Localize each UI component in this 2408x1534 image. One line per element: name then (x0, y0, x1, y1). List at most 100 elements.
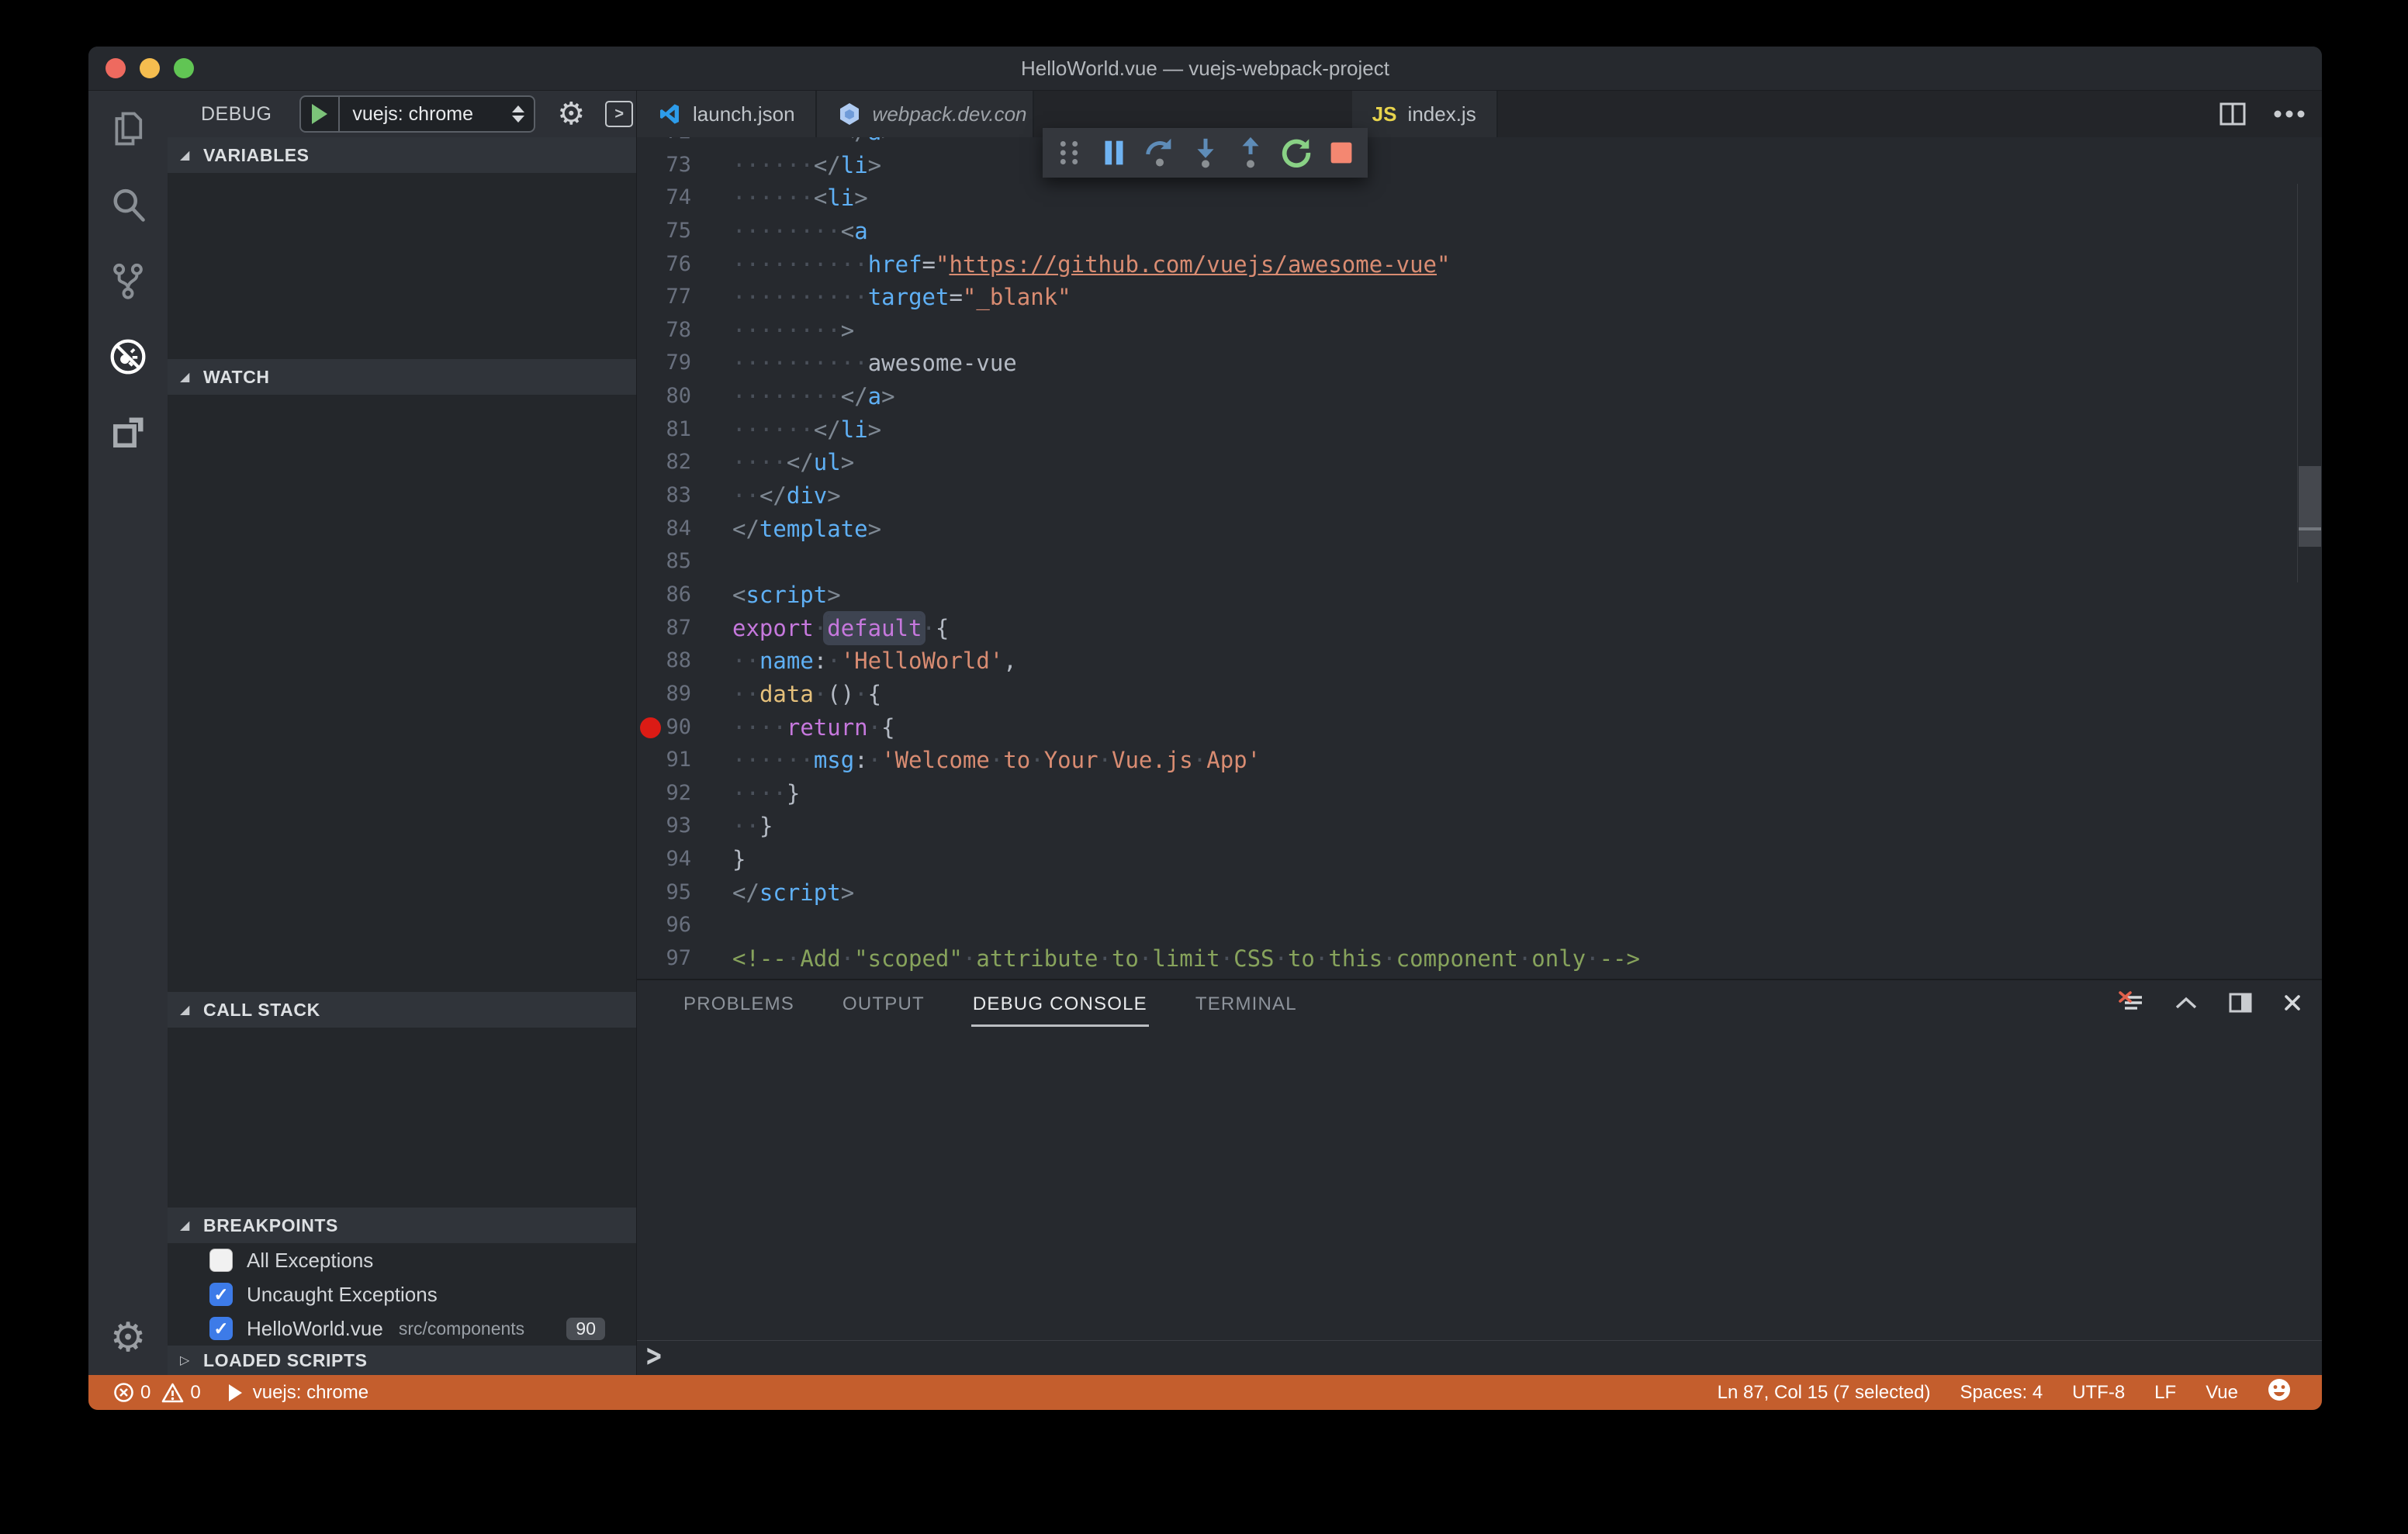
debug-console-input[interactable]: > (637, 1337, 2322, 1375)
step-over-button[interactable] (1140, 133, 1179, 172)
debug-play-icon[interactable] (228, 1384, 242, 1401)
close-panel-icon[interactable] (2283, 993, 2302, 1012)
code-line[interactable]: 94} (637, 843, 2297, 876)
drag-grip-handle[interactable] (1050, 133, 1088, 172)
more-actions-icon[interactable] (2274, 110, 2305, 118)
editor-tab-index-js[interactable]: JS index.js (1351, 91, 1498, 137)
code-line[interactable]: 89 ··data·()·{ (637, 678, 2297, 711)
code-line[interactable]: 79 ··········awesome-vue (637, 347, 2297, 380)
code-line[interactable]: 91 ······msg:·'Welcome·to·Your·Vue.js·App… (637, 744, 2297, 777)
split-panel-icon[interactable] (2229, 993, 2252, 1013)
status-item[interactable]: LF (2154, 1382, 2176, 1404)
explorer-icon[interactable] (88, 91, 168, 167)
split-editor-icon[interactable] (2219, 102, 2246, 126)
code-line[interactable]: 81 ······</li> (637, 413, 2297, 447)
line-content: <script> (732, 581, 841, 608)
debug-icon[interactable] (88, 319, 168, 395)
line-number: 77 (666, 285, 691, 309)
code-line[interactable]: 86 <script> (637, 579, 2297, 612)
breakpoint-checkbox[interactable]: ✓ (209, 1317, 233, 1340)
section-header-watch[interactable]: ◢ WATCH (168, 359, 636, 395)
zoom-window-button[interactable] (174, 58, 194, 78)
code-editor[interactable]: 72········</a>73······</li>74······<li>7… (637, 137, 2322, 979)
code-line[interactable]: 72 ········</a> (637, 137, 2297, 149)
line-number: 90 (666, 714, 691, 739)
code-line[interactable]: 83 ··</div> (637, 479, 2297, 513)
editor-tab-launch-json[interactable]: launch.json (637, 91, 817, 137)
code-line[interactable]: 76 ··········href="https://github.com/vue… (637, 248, 2297, 282)
line-number: 89 (666, 681, 691, 706)
debug-target-label[interactable]: vuejs: chrome (253, 1382, 368, 1404)
twistie-icon: ◢ (180, 1219, 190, 1232)
status-item[interactable]: Vue (2206, 1382, 2238, 1404)
search-icon[interactable] (88, 167, 168, 243)
start-debug-icon[interactable] (312, 104, 328, 124)
debug-config-selector[interactable]: vuejs: chrome (299, 95, 536, 133)
status-bar: 0 0 vuejs: chrome Ln 87, Col 15 (7 selec… (88, 1375, 2322, 1410)
code-line[interactable]: 95 </script> (637, 876, 2297, 910)
code-line[interactable]: 96 (637, 909, 2297, 942)
code-line[interactable]: 74 ······<li> (637, 181, 2297, 215)
status-item[interactable]: UTF-8 (2072, 1382, 2125, 1404)
code-line[interactable]: 82 ····</ul> (637, 446, 2297, 479)
panel-tab-output[interactable]: OUTPUT (841, 981, 926, 1027)
editor-tab-webpack-dev-con[interactable]: webpack.dev.con (816, 91, 1034, 137)
pause-button[interactable] (1095, 133, 1133, 172)
tab-label: webpack.dev.con (872, 102, 1027, 126)
minimize-window-button[interactable] (140, 58, 160, 78)
smiley-feedback-icon[interactable] (2268, 1378, 2291, 1407)
warnings-status[interactable]: 0 (161, 1382, 201, 1404)
line-number: 97 (666, 946, 691, 971)
code-line[interactable]: 87 export·default·{ (637, 612, 2297, 645)
code-line[interactable]: 92 ····} (637, 777, 2297, 810)
line-number: 93 (666, 814, 691, 838)
breakpoint-path: src/components (398, 1318, 525, 1339)
config-spinner-icon[interactable] (512, 105, 525, 123)
problems-status[interactable]: 0 (113, 1382, 150, 1404)
status-item[interactable]: Spaces: 4 (1960, 1382, 2043, 1404)
editor-scrollbar[interactable] (2297, 184, 2322, 582)
section-header-variables[interactable]: ◢ VARIABLES (168, 137, 636, 173)
settings-gear-icon[interactable]: ⚙ (88, 1318, 168, 1358)
code-line[interactable]: 84 </template> (637, 513, 2297, 546)
code-line[interactable]: 90 ····return·{ (637, 711, 2297, 745)
source-control-icon[interactable] (88, 243, 168, 319)
code-line[interactable]: 77 ··········target="_blank" (637, 281, 2297, 314)
collapse-panel-icon[interactable] (2174, 996, 2198, 1010)
breakpoint-checkbox[interactable]: ✓ (209, 1283, 233, 1306)
code-line[interactable]: 97 <!--·Add·"scoped"·attribute·to·limit·C… (637, 942, 2297, 976)
code-line[interactable]: 78 ········> (637, 314, 2297, 347)
code-line[interactable]: 75 ········<a (637, 215, 2297, 248)
line-number: 91 (666, 748, 691, 772)
line-number: 88 (666, 648, 691, 673)
scrollbar-thumb[interactable] (2299, 466, 2321, 547)
panel-tab-terminal[interactable]: TERMINAL (1194, 981, 1299, 1027)
step-into-button[interactable] (1186, 133, 1225, 172)
code-line[interactable]: 85 (637, 545, 2297, 579)
breakpoint-row[interactable]: ✓ Uncaught Exceptions (168, 1277, 636, 1311)
restart-button[interactable] (1277, 133, 1316, 172)
breakpoint-checkbox[interactable] (209, 1249, 233, 1272)
line-content: ······</li> (732, 151, 882, 178)
stop-button[interactable] (1322, 133, 1361, 172)
panel-tab-problems[interactable]: PROBLEMS (682, 981, 796, 1027)
breakpoint-row[interactable]: All Exceptions (168, 1243, 636, 1277)
breakpoint-row[interactable]: ✓ HelloWorld.vue src/components 90 (168, 1311, 636, 1346)
step-out-button[interactable] (1231, 133, 1270, 172)
code-line[interactable]: 80 ········</a> (637, 380, 2297, 413)
section-header-loaded-scripts[interactable]: ▷ LOADED SCRIPTS (168, 1346, 636, 1375)
configure-gear-icon[interactable]: ⚙ (557, 98, 585, 130)
line-number: 76 (666, 251, 691, 276)
status-item[interactable]: Ln 87, Col 15 (7 selected) (1718, 1382, 1931, 1404)
section-header-call-stack[interactable]: ◢ CALL STACK (168, 992, 636, 1028)
extensions-icon[interactable] (88, 395, 168, 471)
panel-tab-debug-console[interactable]: DEBUG CONSOLE (970, 981, 1149, 1027)
open-console-icon[interactable]: > (605, 101, 634, 127)
section-label: BREAKPOINTS (203, 1214, 339, 1235)
clear-console-icon[interactable] (2119, 991, 2143, 1014)
code-line[interactable]: 88 ··name:·'HelloWorld', (637, 644, 2297, 678)
code-line[interactable]: 93 ··} (637, 810, 2297, 843)
close-window-button[interactable] (106, 58, 126, 78)
section-header-breakpoints[interactable]: ◢ BREAKPOINTS (168, 1208, 636, 1243)
code-line[interactable]: 73 ······</li> (637, 149, 2297, 182)
